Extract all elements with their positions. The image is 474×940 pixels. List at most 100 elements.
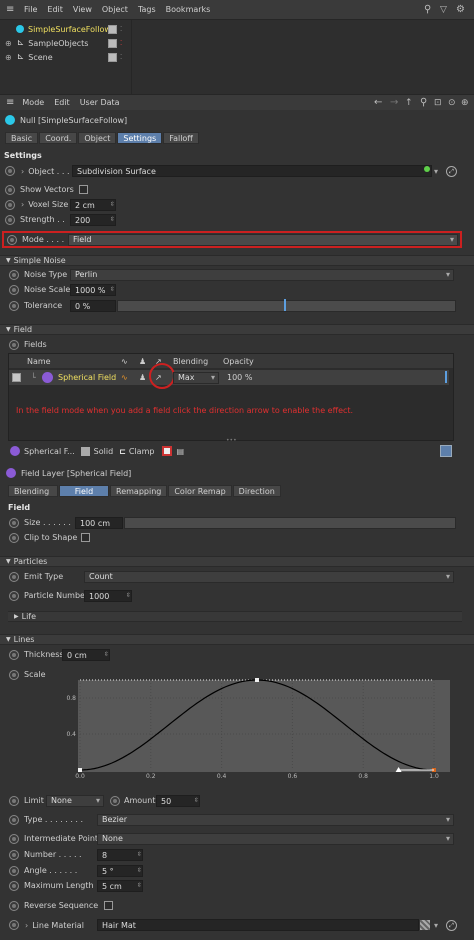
- slider-handle[interactable]: [284, 299, 286, 311]
- reverse-sequence-checkbox[interactable]: [104, 901, 114, 910]
- tab-remapping[interactable]: Remapping: [110, 484, 168, 497]
- animate-dot-icon[interactable]: [9, 284, 19, 295]
- settings-icon[interactable]: ⚙: [456, 4, 465, 15]
- tab-coord[interactable]: Coord.: [39, 131, 78, 144]
- remap-curve-icon[interactable]: ∿: [121, 373, 128, 382]
- menu-bookmarks[interactable]: Bookmarks: [166, 5, 211, 14]
- dropdown-arrow-icon[interactable]: ▾: [434, 921, 438, 930]
- list-view-icon[interactable]: [440, 445, 452, 457]
- animate-dot-icon[interactable]: [5, 214, 15, 225]
- tolerance-slider[interactable]: [117, 299, 456, 312]
- spinner-icon[interactable]: ⇳: [110, 201, 115, 208]
- animate-dot-icon[interactable]: [9, 865, 19, 876]
- tab-object[interactable]: Object: [78, 131, 117, 144]
- animate-dot-icon[interactable]: [9, 649, 19, 660]
- tab-blending[interactable]: Blending: [8, 484, 58, 497]
- layer-options-icon[interactable]: ▤: [176, 447, 184, 456]
- opacity-value[interactable]: 100 %: [227, 373, 252, 382]
- object-link-field[interactable]: Subdivision Surface: [72, 165, 432, 177]
- animate-dot-icon[interactable]: [9, 833, 19, 844]
- animate-dot-icon[interactable]: [9, 517, 19, 528]
- tab-falloff[interactable]: Falloff: [163, 131, 199, 144]
- animate-dot-icon[interactable]: [9, 795, 19, 806]
- menu-edit[interactable]: Edit: [47, 5, 63, 14]
- animate-dot-icon[interactable]: [7, 234, 17, 245]
- spinner-icon[interactable]: ⇳: [137, 851, 142, 858]
- expand-icon[interactable]: ⊕: [5, 53, 12, 62]
- field-layer-row[interactable]: └ Spherical Field ∿ ♟ ↗ Max 100 %: [9, 363, 449, 389]
- animate-dot-icon[interactable]: [5, 184, 15, 195]
- menu-tags[interactable]: Tags: [138, 5, 156, 14]
- emit-type-dropdown[interactable]: Count: [84, 570, 454, 583]
- forward-arrow-icon[interactable]: →: [390, 97, 398, 108]
- menu-view[interactable]: View: [73, 5, 92, 14]
- life-section-header[interactable]: ▶ Life: [8, 611, 462, 622]
- animate-dot-icon[interactable]: [9, 920, 19, 930]
- animate-dot-icon[interactable]: [9, 849, 19, 860]
- mode-dropdown[interactable]: Field: [68, 233, 458, 246]
- add-icon[interactable]: ⊕: [461, 98, 469, 108]
- animate-dot-icon[interactable]: [9, 669, 19, 680]
- animate-dot-icon[interactable]: [9, 900, 19, 911]
- up-arrow-icon[interactable]: ↑: [405, 98, 413, 108]
- animate-dot-icon[interactable]: [110, 795, 120, 806]
- spinner-icon[interactable]: ⇳: [110, 286, 115, 293]
- visibility-check-icon[interactable]: [108, 38, 117, 48]
- size-slider[interactable]: [124, 516, 456, 529]
- tolerance-input[interactable]: 0 %: [70, 299, 116, 312]
- render-dots-icon[interactable]: ⁚: [120, 25, 122, 33]
- animate-dot-icon[interactable]: [9, 269, 19, 280]
- back-arrow-icon[interactable]: ←: [374, 97, 382, 108]
- expand-arrow-icon[interactable]: ›: [21, 200, 24, 209]
- tab-basic[interactable]: Basic: [5, 131, 39, 144]
- animate-dot-icon[interactable]: [9, 814, 19, 825]
- filter-icon[interactable]: ▽: [440, 5, 447, 15]
- menu-edit[interactable]: Edit: [54, 98, 70, 107]
- toolbar-clamp[interactable]: Clamp: [129, 447, 155, 456]
- spinner-icon[interactable]: ⇳: [194, 797, 199, 804]
- curve-knot[interactable]: [78, 768, 82, 772]
- clip-to-shape-checkbox[interactable]: [81, 533, 91, 542]
- show-vectors-checkbox[interactable]: [78, 185, 88, 194]
- particle-number-input[interactable]: 1000: [84, 589, 132, 602]
- simple-noise-section-header[interactable]: ▼ Simple Noise: [0, 255, 474, 266]
- hamburger-icon[interactable]: ≡: [6, 4, 16, 15]
- blending-dropdown[interactable]: Max: [173, 371, 219, 384]
- animate-dot-icon[interactable]: [9, 590, 19, 601]
- lines-section-header[interactable]: ▼ Lines: [0, 634, 474, 645]
- visibility-check-icon[interactable]: [108, 24, 117, 34]
- noise-type-dropdown[interactable]: Perlin: [70, 268, 454, 281]
- pick-icon[interactable]: ⤢: [446, 165, 457, 177]
- scale-spline-chart[interactable]: 0.8 0.4 0.0 0.2 0.4 0.6 0.8 1.0: [54, 668, 454, 782]
- size-input[interactable]: 100 cm: [75, 516, 123, 529]
- search-icon[interactable]: ⚲: [424, 4, 431, 15]
- animate-dot-icon[interactable]: [9, 532, 19, 543]
- render-dots-icon[interactable]: ⁚: [120, 53, 122, 61]
- menu-mode[interactable]: Mode: [22, 98, 44, 107]
- tab-settings[interactable]: Settings: [117, 131, 163, 144]
- animate-dot-icon[interactable]: [9, 300, 19, 311]
- thickness-input[interactable]: 0 cm: [62, 648, 110, 661]
- list-scroll-marker[interactable]: [445, 371, 447, 383]
- list-resize-handle[interactable]: •••: [226, 437, 237, 444]
- spinner-icon[interactable]: ⇳: [110, 216, 115, 223]
- line-material-field[interactable]: Hair Mat: [97, 919, 419, 931]
- hamburger-icon[interactable]: ≡: [6, 97, 14, 108]
- spinner-icon[interactable]: ⇳: [137, 867, 142, 874]
- particles-section-header[interactable]: ▼ Particles: [0, 556, 474, 567]
- dropdown-arrow-icon[interactable]: ▾: [434, 167, 438, 176]
- expand-arrow-icon[interactable]: ›: [21, 167, 24, 176]
- limit-dropdown[interactable]: None: [46, 794, 104, 807]
- curve-knot[interactable]: [255, 678, 259, 682]
- toolbar-spherical[interactable]: Spherical F...: [24, 447, 75, 456]
- tab-field[interactable]: Field: [59, 484, 109, 497]
- animate-dot-icon[interactable]: [5, 199, 15, 210]
- delete-layer-icon[interactable]: [162, 446, 173, 456]
- search-icon[interactable]: ⚲: [420, 97, 427, 108]
- field-section-header[interactable]: ▼ Field: [0, 324, 474, 335]
- new-window-icon[interactable]: ⊙: [448, 98, 456, 108]
- menu-user-data[interactable]: User Data: [80, 98, 120, 107]
- lock-icon[interactable]: ⊡: [434, 98, 442, 108]
- tab-direction[interactable]: Direction: [232, 484, 281, 497]
- spinner-icon[interactable]: ⇳: [137, 882, 142, 889]
